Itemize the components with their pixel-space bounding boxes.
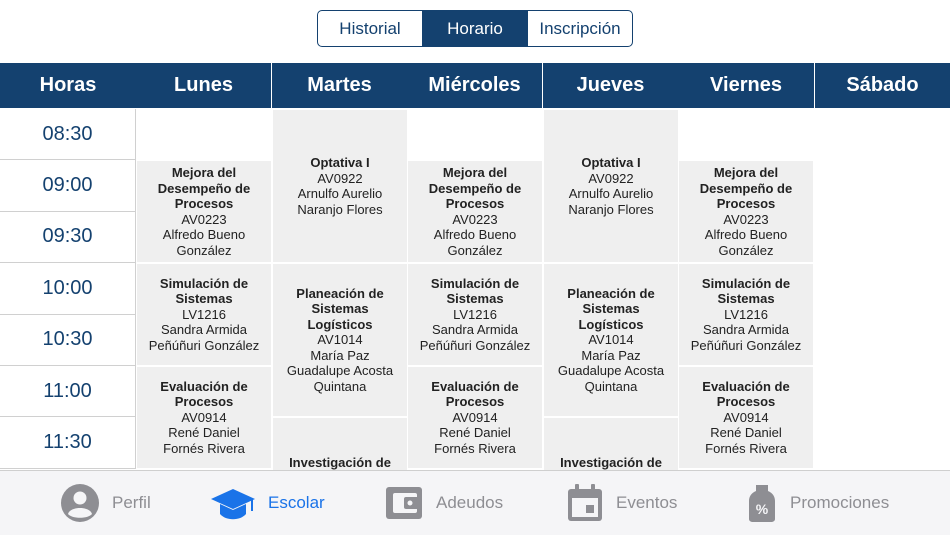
class-teacher: Alfredo Bueno González — [704, 227, 788, 258]
tab-horario[interactable]: Horario — [422, 11, 527, 46]
class-block-simulacion[interactable]: Simulación de Sistemas LV1216 Sandra Arm… — [408, 264, 542, 365]
schedule-header: Horas Lunes Martes Miércoles Jueves Vier… — [0, 63, 950, 108]
class-block-optativa[interactable]: Optativa I AV0922 Arnulfo Aurelio Naranj… — [544, 110, 678, 262]
bottom-tab-bar: Perfil Escolar Adeudos Eventos % Promoci… — [0, 470, 950, 535]
tab-promociones[interactable]: % Promociones — [746, 471, 889, 535]
header-day-viernes: Viernes — [678, 63, 815, 108]
class-title: Simulación de Sistemas — [701, 275, 791, 307]
class-code: LV1216 — [453, 306, 497, 322]
header-day-lunes: Lunes — [136, 63, 272, 108]
tab-label: Perfil — [112, 493, 151, 512]
class-code: AV0914 — [452, 409, 498, 425]
wallet-icon — [386, 487, 422, 519]
class-title: Optativa I — [581, 155, 641, 170]
header-hours: Horas — [39, 74, 97, 96]
class-title: Simulación de Sistemas — [430, 275, 520, 307]
tab-escolar[interactable]: Escolar — [210, 471, 325, 535]
class-code: AV1014 — [588, 332, 634, 348]
class-code: AV0922 — [588, 170, 634, 186]
tab-eventos[interactable]: Eventos — [566, 471, 677, 535]
class-title: Investigación de — [289, 455, 391, 470]
tab-inscripcion[interactable]: Inscripción — [527, 11, 632, 46]
class-teacher: René Daniel Fornés Rivera — [434, 425, 516, 456]
class-title: Mejora del Desempeño de Procesos — [699, 165, 793, 211]
class-code: AV0223 — [181, 211, 227, 227]
class-title: Evaluación de Procesos — [431, 378, 519, 410]
class-block-simulacion[interactable]: Simulación de Sistemas LV1216 Sandra Arm… — [137, 264, 271, 365]
class-teacher: Alfredo Bueno González — [162, 227, 246, 258]
class-teacher: Alfredo Bueno González — [433, 227, 517, 258]
time-slot: 09:00 — [0, 160, 136, 212]
class-block-evaluacion[interactable]: Evaluación de Procesos AV0914 René Danie… — [679, 367, 813, 468]
class-code: AV0223 — [723, 211, 769, 227]
class-code: AV1014 — [317, 332, 363, 348]
class-block-planeacion[interactable]: Planeación de Sistemas Logísticos AV1014… — [273, 264, 407, 416]
class-title: Investigación de — [560, 455, 662, 470]
class-title: Mejora del Desempeño de Procesos — [157, 165, 251, 211]
header-day-sabado: Sábado — [846, 74, 919, 96]
time-column: 08:30 09:00 09:30 10:00 10:30 11:00 11:3… — [0, 109, 136, 469]
tab-label: Eventos — [616, 493, 678, 512]
tab-label: Adeudos — [436, 493, 504, 512]
svg-text:%: % — [756, 501, 769, 517]
class-title: Planeación de Sistemas Logísticos — [296, 285, 384, 332]
class-code: AV0914 — [181, 409, 227, 425]
class-code: LV1216 — [182, 306, 226, 322]
time-slot: 10:00 — [0, 263, 136, 315]
time-slot: 08:30 — [0, 109, 136, 161]
class-block-optativa[interactable]: Optativa I AV0922 Arnulfo Aurelio Naranj… — [273, 110, 407, 262]
time-slot: 11:30 — [0, 417, 136, 469]
class-teacher: René Daniel Fornés Rivera — [705, 425, 787, 456]
time-slot: 11:00 — [0, 365, 136, 418]
tab-adeudos[interactable]: Adeudos — [384, 471, 503, 535]
class-teacher: Sandra Armida Peñúñuri González — [148, 322, 260, 353]
calendar-icon — [568, 484, 602, 521]
class-block-mejora[interactable]: Mejora del Desempeño de Procesos AV0223 … — [408, 161, 542, 262]
header-day-jueves: Jueves — [576, 74, 645, 96]
class-block-investigacion[interactable]: Investigación de — [544, 418, 678, 470]
class-code: AV0914 — [723, 409, 769, 425]
class-title: Planeación de Sistemas Logísticos — [567, 285, 655, 332]
class-title: Evaluación de Procesos — [160, 378, 248, 410]
class-teacher: Sandra Armida Peñúñuri González — [690, 322, 802, 353]
class-block-evaluacion[interactable]: Evaluación de Procesos AV0914 René Danie… — [137, 367, 271, 468]
class-title: Simulación de Sistemas — [159, 275, 249, 307]
person-icon — [61, 484, 99, 522]
class-teacher: María Paz Guadalupe Acosta Quintana — [286, 347, 394, 394]
class-title: Evaluación de Procesos — [702, 378, 790, 410]
class-teacher: Arnulfo Aurelio Naranjo Flores — [568, 186, 654, 217]
tab-historial[interactable]: Historial — [318, 11, 422, 46]
class-code: LV1216 — [724, 306, 768, 322]
class-teacher: Sandra Armida Peñúñuri González — [419, 322, 531, 353]
header-day-miercoles: Miércoles — [407, 63, 543, 108]
tab-label: Escolar — [268, 493, 325, 512]
tab-label: Promociones — [790, 493, 890, 512]
class-block-investigacion[interactable]: Investigación de — [273, 418, 407, 470]
promo-tag-icon: % — [749, 485, 775, 522]
time-slot: 09:30 — [0, 211, 136, 264]
class-block-planeacion[interactable]: Planeación de Sistemas Logísticos AV1014… — [544, 264, 678, 416]
segmented-control: Historial Horario Inscripción — [317, 10, 633, 47]
time-slot: 10:30 — [0, 314, 136, 366]
class-block-mejora[interactable]: Mejora del Desempeño de Procesos AV0223 … — [137, 161, 271, 262]
class-teacher: María Paz Guadalupe Acosta Quintana — [557, 347, 665, 394]
graduation-cap-icon — [211, 489, 255, 520]
class-teacher: Arnulfo Aurelio Naranjo Flores — [297, 186, 383, 217]
class-title: Optativa I — [310, 155, 370, 170]
class-title: Mejora del Desempeño de Procesos — [428, 165, 522, 211]
header-day-martes: Martes — [307, 74, 372, 96]
class-code: AV0922 — [317, 170, 363, 186]
class-code: AV0223 — [452, 211, 498, 227]
class-block-simulacion[interactable]: Simulación de Sistemas LV1216 Sandra Arm… — [679, 264, 813, 365]
class-block-mejora[interactable]: Mejora del Desempeño de Procesos AV0223 … — [679, 161, 813, 262]
class-block-evaluacion[interactable]: Evaluación de Procesos AV0914 René Danie… — [408, 367, 542, 468]
tab-perfil[interactable]: Perfil — [60, 471, 151, 535]
class-teacher: René Daniel Fornés Rivera — [163, 425, 245, 456]
